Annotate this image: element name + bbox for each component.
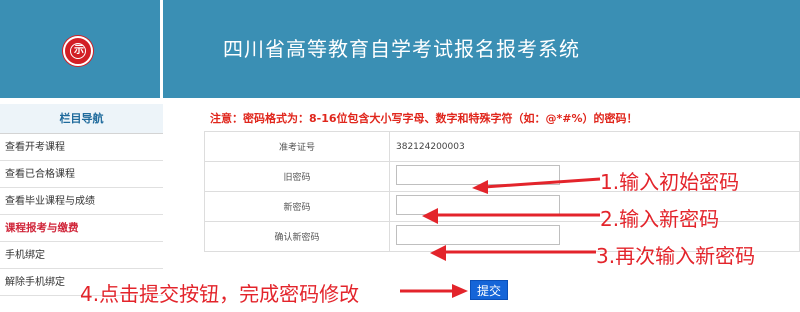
page: 示 四川省高等教育自学考试报名报考系统 栏目导航 查看开考课程 查看已合格课程 … [0, 0, 800, 312]
page-title: 四川省高等教育自学考试报名报考系统 [223, 37, 580, 61]
confirm-password-label: 确认新密码 [204, 221, 390, 252]
title-bar: 四川省高等教育自学考试报名报考系统 [163, 0, 800, 98]
table-row: 准考证号 382124200003 [204, 131, 800, 162]
arrow-step3-icon [430, 245, 596, 261]
sidebar-item-open-courses[interactable]: 查看开考课程 [0, 134, 163, 161]
annotation-step4: 4.点击提交按钮，完成密码修改 [80, 282, 360, 306]
confirm-password-input[interactable] [396, 225, 560, 245]
arrow-step4-icon [400, 284, 468, 298]
logo: 示 [63, 36, 93, 66]
logo-mark: 示 [74, 45, 84, 56]
annotation-step2: 2.输入新密码 [600, 207, 720, 231]
sidebar-item-bind-phone[interactable]: 手机绑定 [0, 242, 163, 269]
arrow-step2-icon [422, 208, 600, 224]
annotation-step3: 3.再次输入新密码 [596, 244, 756, 268]
sidebar-item-passed-courses[interactable]: 查看已合格课程 [0, 161, 163, 188]
annotation-step1: 1.输入初始密码 [600, 170, 740, 194]
new-password-label: 新密码 [204, 191, 390, 222]
header: 示 四川省高等教育自学考试报名报考系统 [0, 0, 800, 98]
exam-id-cell: 382124200003 [389, 131, 800, 162]
logo-area: 示 [0, 0, 160, 98]
sidebar-item-graduation-courses[interactable]: 查看毕业课程与成绩 [0, 188, 163, 215]
arrow-step1-icon [472, 177, 601, 194]
exam-id-value: 382124200003 [396, 141, 465, 152]
submit-button[interactable]: 提交 [470, 280, 508, 300]
logo-emblem-icon: 示 [70, 43, 86, 59]
sidebar-section-registration[interactable]: 课程报考与缴费 [0, 215, 163, 242]
sidebar-heading: 栏目导航 [0, 104, 163, 134]
old-password-label: 旧密码 [204, 161, 390, 192]
exam-id-label: 准考证号 [204, 131, 390, 162]
password-notice: 注意：密码格式为：8-16位包含大小写字母、数字和特殊字符（如：@*#%）的密码… [210, 112, 638, 125]
